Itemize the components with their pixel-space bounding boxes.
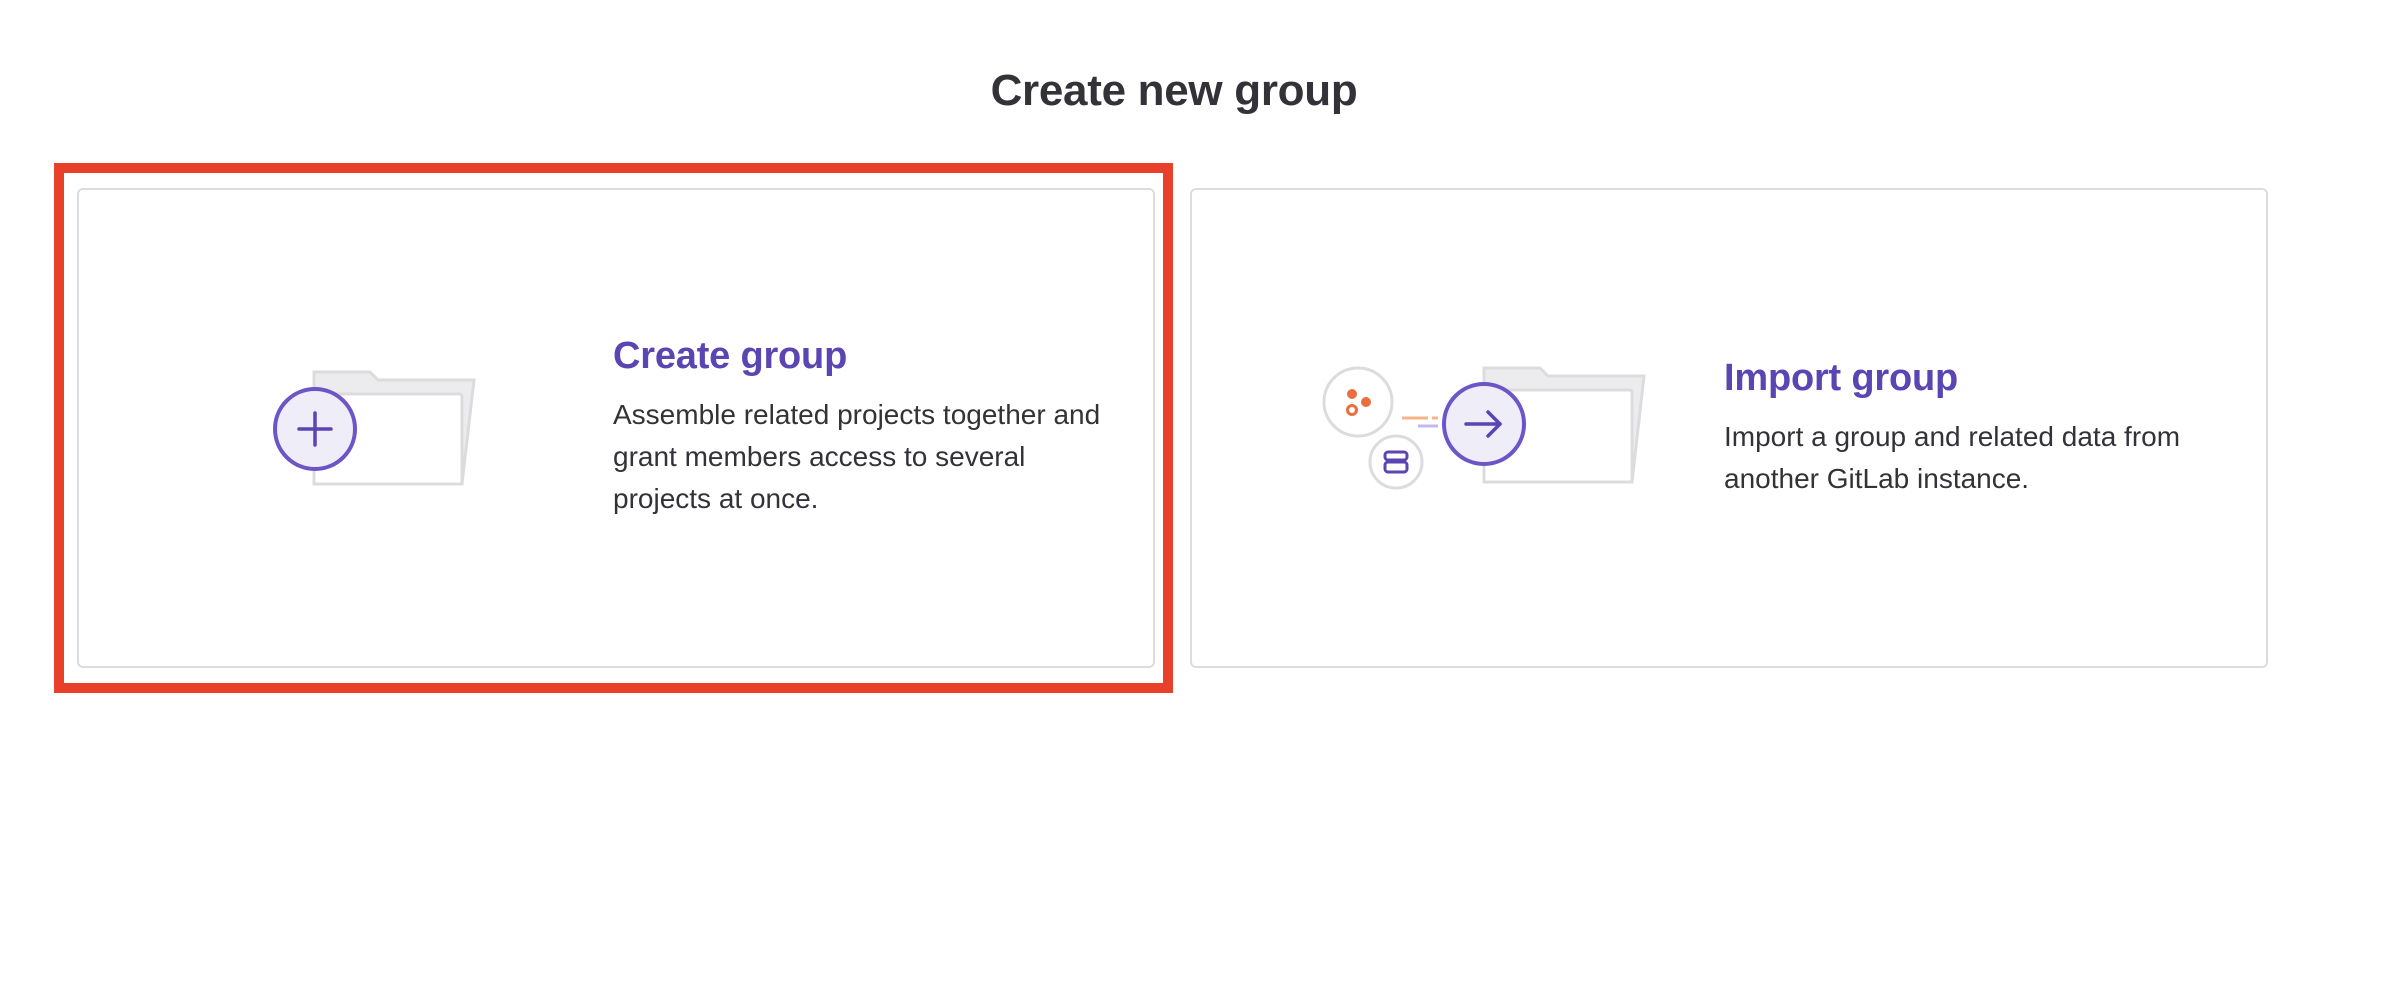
folder-import-icon (1322, 364, 1652, 492)
folder-plus-icon (272, 366, 482, 494)
page-title: Create new group (990, 66, 1358, 115)
import-group-description: Import a group and related data from ano… (1724, 421, 2181, 494)
create-group-card[interactable]: Create group Assemble related projects t… (77, 188, 1155, 668)
create-group-title[interactable]: Create group (613, 335, 1113, 378)
import-group-title[interactable]: Import group (1724, 357, 2194, 400)
create-group-description: Assemble related projects together and g… (613, 399, 1101, 514)
import-group-card[interactable]: Import group Import a group and related … (1190, 188, 2268, 668)
